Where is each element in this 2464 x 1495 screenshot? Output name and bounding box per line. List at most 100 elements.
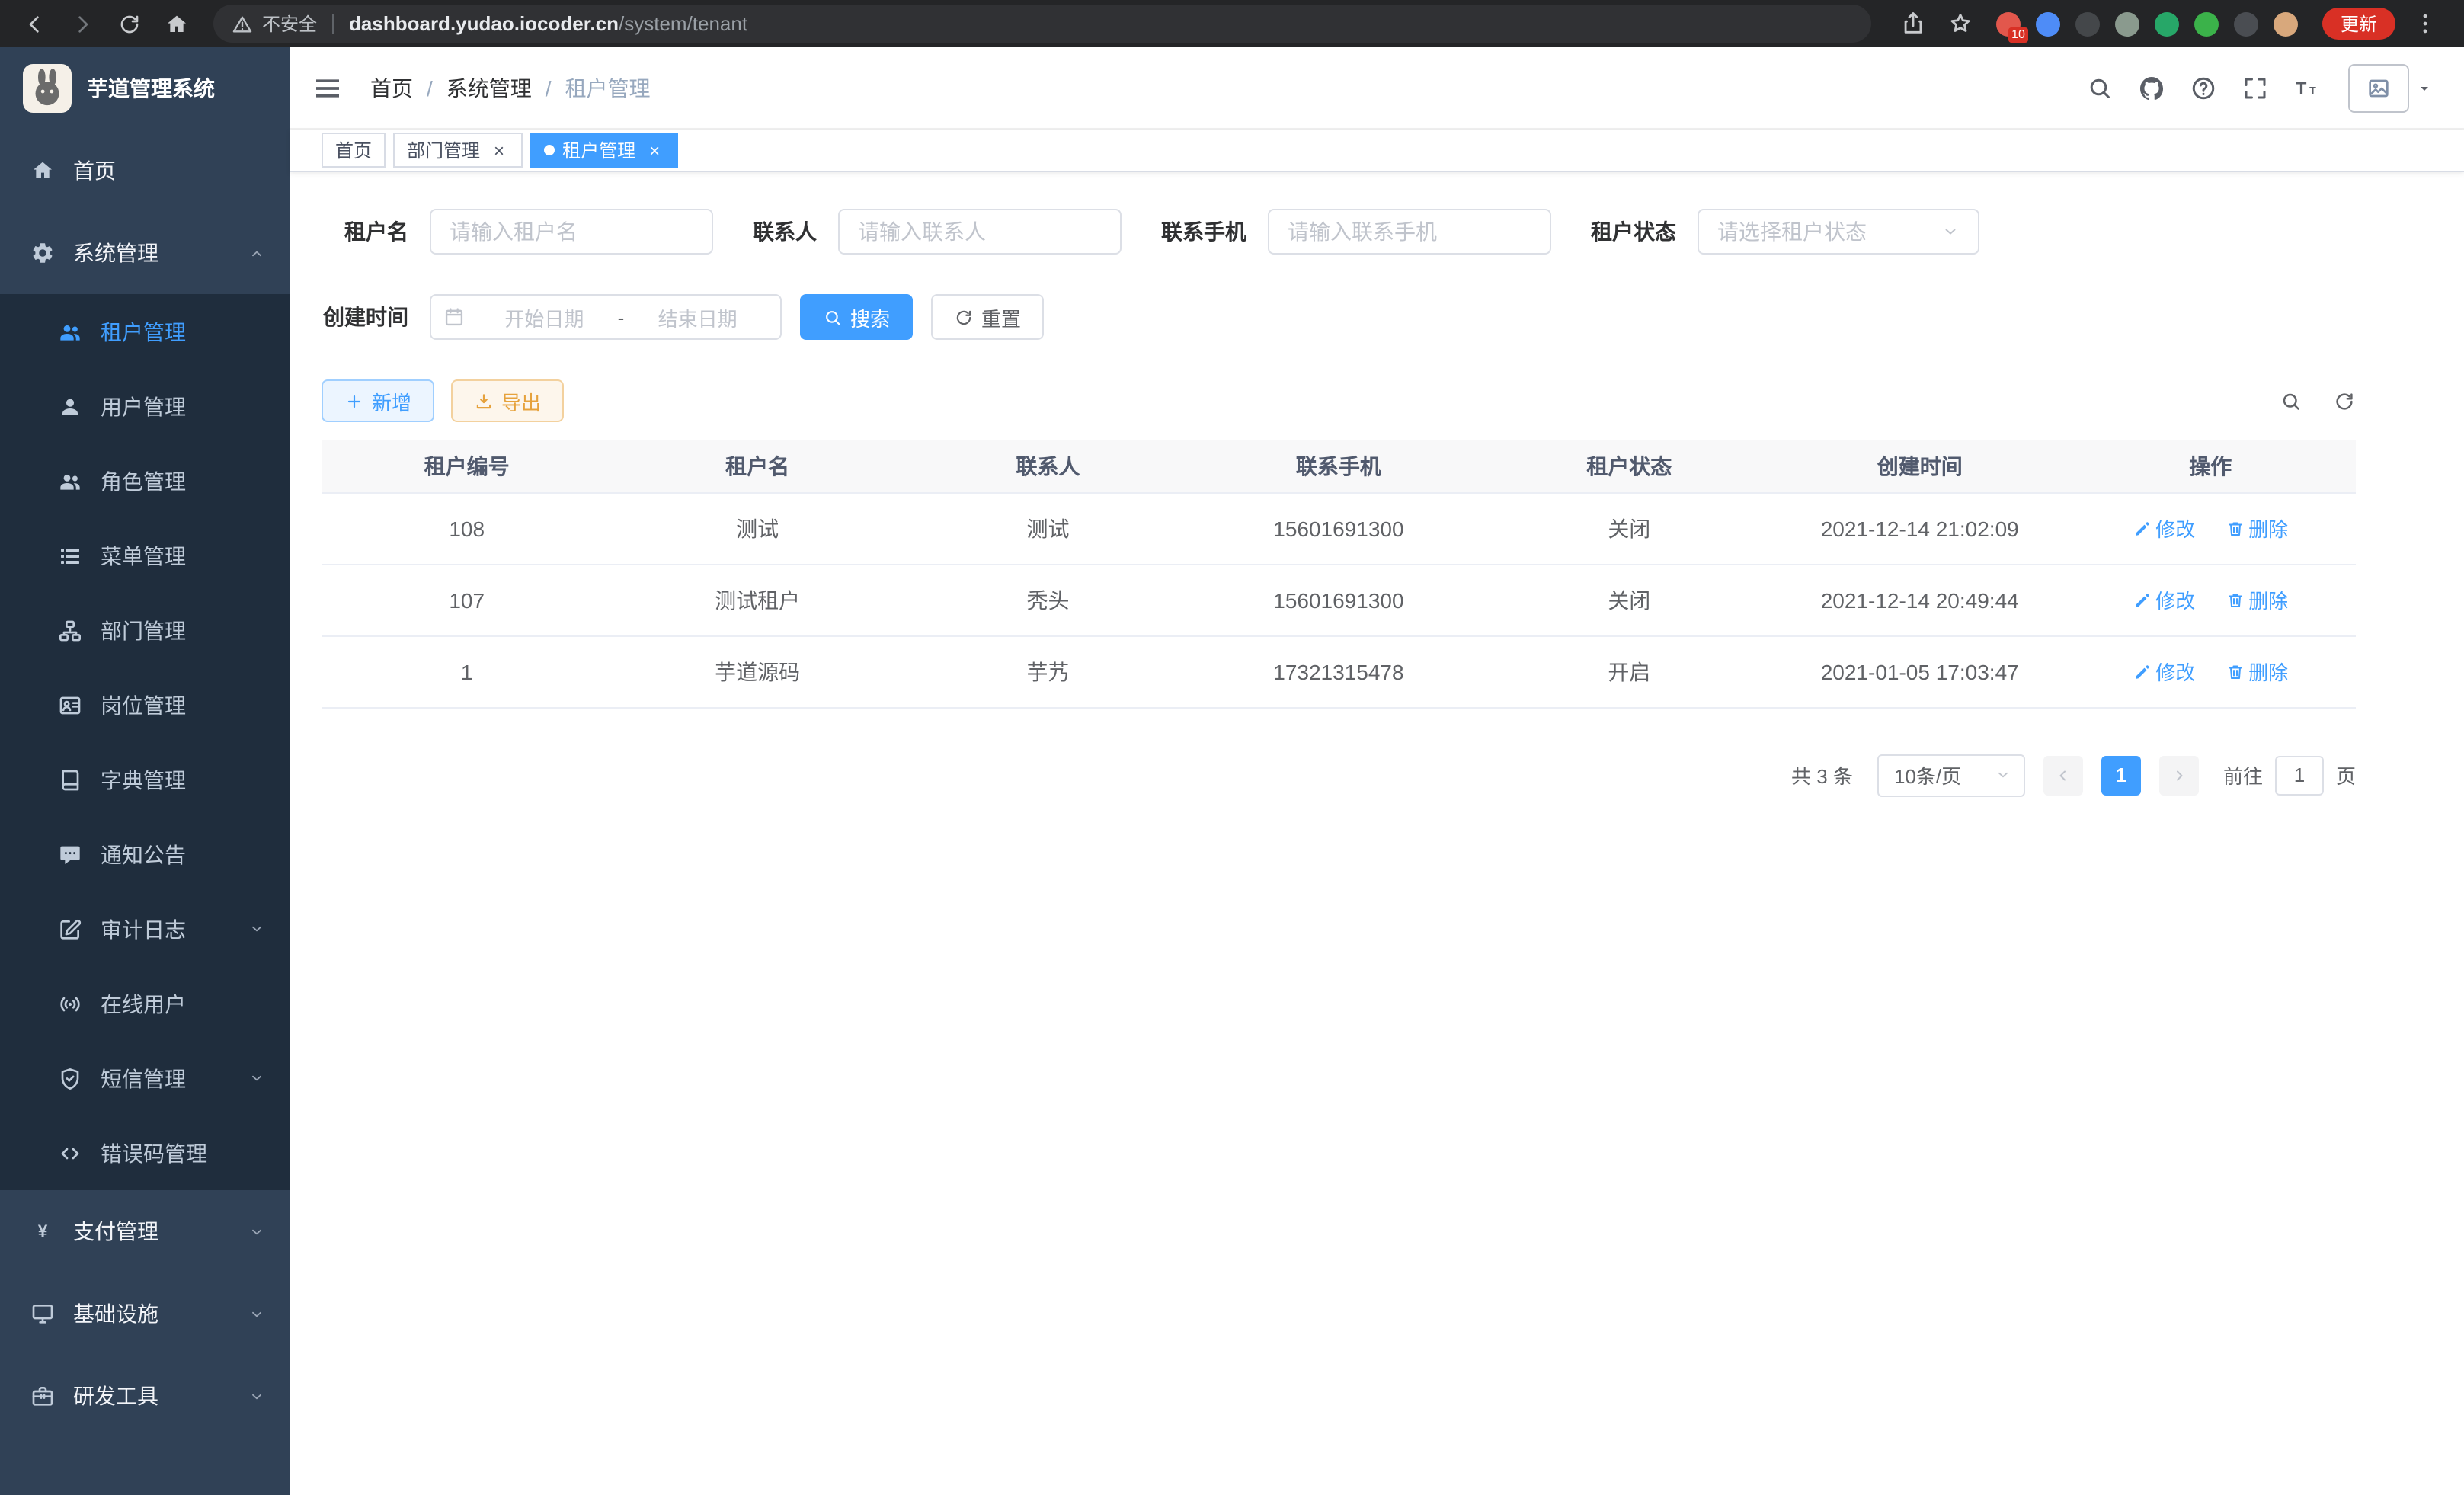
search-button-label: 搜索: [850, 303, 890, 331]
home-icon[interactable]: [157, 5, 195, 43]
tenant-name-input[interactable]: [430, 209, 713, 255]
cell-tenant-id: 1: [322, 635, 612, 707]
delete-link[interactable]: 删除: [2226, 514, 2288, 543]
contact-label: 联系人: [753, 216, 817, 247]
tab-active-dot: [544, 145, 555, 155]
tab[interactable]: 租户管理 ×: [530, 133, 678, 168]
goto-page-input[interactable]: [2275, 755, 2324, 795]
breadcrumb-item[interactable]: 首页: [370, 72, 446, 103]
refresh-icon[interactable]: [110, 5, 148, 43]
search-icon[interactable]: [2086, 74, 2114, 101]
fullscreen-icon[interactable]: [2242, 74, 2269, 101]
create-time-form-item: 创建时间 开始日期 - 结束日期: [322, 294, 782, 340]
page-number-button[interactable]: 1: [2101, 755, 2141, 795]
date-start-placeholder[interactable]: 开始日期: [474, 303, 615, 331]
extension-icon[interactable]: [2036, 11, 2060, 36]
sidebar-item[interactable]: 错误码管理: [0, 1116, 290, 1190]
share-icon[interactable]: [1900, 11, 1926, 37]
sidebar-item[interactable]: 租户管理: [0, 294, 290, 369]
cell-status: 开启: [1484, 635, 1774, 707]
sidebar-item[interactable]: 首页: [0, 130, 290, 212]
tab-close-icon[interactable]: ×: [645, 140, 664, 160]
extension-icon[interactable]: [2194, 11, 2219, 36]
cell-created: 2021-12-14 21:02:09: [1774, 492, 2065, 564]
cell-status: 关闭: [1484, 564, 1774, 635]
badge-icon: [58, 693, 82, 717]
extension-icon[interactable]: [2234, 11, 2258, 36]
font-size-icon[interactable]: TT: [2293, 74, 2321, 101]
arrow-right-icon[interactable]: [62, 5, 101, 43]
update-button[interactable]: 更新: [2322, 8, 2395, 40]
github-icon[interactable]: [2138, 74, 2165, 101]
search-button[interactable]: 搜索: [800, 294, 913, 340]
status-select[interactable]: 请选择租户状态: [1698, 209, 1979, 255]
trash-icon: [2226, 591, 2244, 609]
cell-phone: 17321315478: [1193, 635, 1483, 707]
prev-page-button[interactable]: [2043, 755, 2083, 795]
breadcrumb-item[interactable]: 系统管理: [446, 72, 565, 103]
question-icon[interactable]: [2190, 74, 2217, 101]
tenant-name-input-field[interactable]: [450, 219, 693, 244]
sidebar-item[interactable]: 在线用户: [0, 966, 290, 1041]
sidebar-item[interactable]: 通知公告: [0, 817, 290, 892]
chevron-down-icon: [248, 920, 265, 937]
browser-nav-buttons: [15, 5, 195, 43]
book-icon: [58, 767, 82, 792]
add-button[interactable]: 新增: [322, 379, 434, 422]
date-range-picker[interactable]: 开始日期 - 结束日期: [430, 294, 782, 340]
edit-link[interactable]: 修改: [2133, 585, 2195, 614]
chevron-down-icon: [248, 1305, 265, 1322]
toggle-search-icon[interactable]: [2280, 389, 2302, 412]
sidebar-item[interactable]: 短信管理: [0, 1041, 290, 1116]
phone-input-field[interactable]: [1288, 219, 1531, 244]
sidebar-item-label: 用户管理: [101, 391, 186, 421]
extension-icon[interactable]: 10: [1996, 11, 2021, 36]
sidebar-item[interactable]: 部门管理: [0, 593, 290, 667]
extension-icon[interactable]: [2274, 11, 2298, 36]
cell-contact: 测试: [903, 492, 1193, 564]
sidebar-item[interactable]: 用户管理: [0, 369, 290, 443]
hamburger-icon[interactable]: [312, 72, 343, 103]
tab[interactable]: 首页: [322, 133, 386, 168]
edit-icon: [58, 917, 82, 941]
refresh-table-icon[interactable]: [2333, 389, 2356, 412]
user-avatar[interactable]: [2348, 63, 2434, 112]
address-bar[interactable]: 不安全 dashboard.yudao.iocoder.cn/system/te…: [213, 5, 1871, 43]
date-end-placeholder[interactable]: 结束日期: [627, 303, 768, 331]
sidebar-item[interactable]: 菜单管理: [0, 518, 290, 593]
sidebar-item[interactable]: 基础设施: [0, 1273, 290, 1355]
contact-input[interactable]: [838, 209, 1122, 255]
sidebar-item[interactable]: 研发工具: [0, 1355, 290, 1437]
sidebar-item[interactable]: 审计日志: [0, 892, 290, 966]
sidebar-item[interactable]: ¥ 支付管理: [0, 1190, 290, 1273]
sidebar-item[interactable]: 角色管理: [0, 443, 290, 518]
reset-button[interactable]: 重置: [931, 294, 1044, 340]
next-page-button[interactable]: [2159, 755, 2199, 795]
arrow-left-icon[interactable]: [15, 5, 53, 43]
page-size-select[interactable]: 10条/页: [1877, 754, 2025, 796]
extension-icon[interactable]: [2155, 11, 2179, 36]
sidebar-item-label: 租户管理: [101, 316, 186, 347]
export-button[interactable]: 导出: [451, 379, 564, 422]
tenant-name-label: 租户名: [322, 216, 408, 247]
sidebar-item-label: 研发工具: [73, 1381, 158, 1411]
tab-close-icon[interactable]: ×: [489, 140, 509, 160]
delete-link[interactable]: 删除: [2226, 657, 2288, 686]
code-icon: [58, 1141, 82, 1165]
delete-link[interactable]: 删除: [2226, 585, 2288, 614]
bookmark-star-icon[interactable]: [1947, 11, 1973, 37]
edit-link[interactable]: 修改: [2133, 514, 2195, 543]
sidebar-item[interactable]: 字典管理: [0, 742, 290, 817]
breadcrumb-item[interactable]: 租户管理: [565, 72, 651, 103]
sidebar-item[interactable]: 岗位管理: [0, 667, 290, 742]
extension-icon[interactable]: [2075, 11, 2100, 36]
sidebar-item[interactable]: 系统管理: [0, 212, 290, 294]
shield-icon: [58, 1066, 82, 1090]
goto-label: 前往: [2223, 760, 2263, 789]
edit-link[interactable]: 修改: [2133, 657, 2195, 686]
extension-icon[interactable]: [2115, 11, 2139, 36]
phone-input[interactable]: [1268, 209, 1551, 255]
tab[interactable]: 部门管理 ×: [393, 133, 523, 168]
browser-menu-icon[interactable]: [2412, 11, 2438, 37]
contact-input-field[interactable]: [858, 219, 1102, 244]
